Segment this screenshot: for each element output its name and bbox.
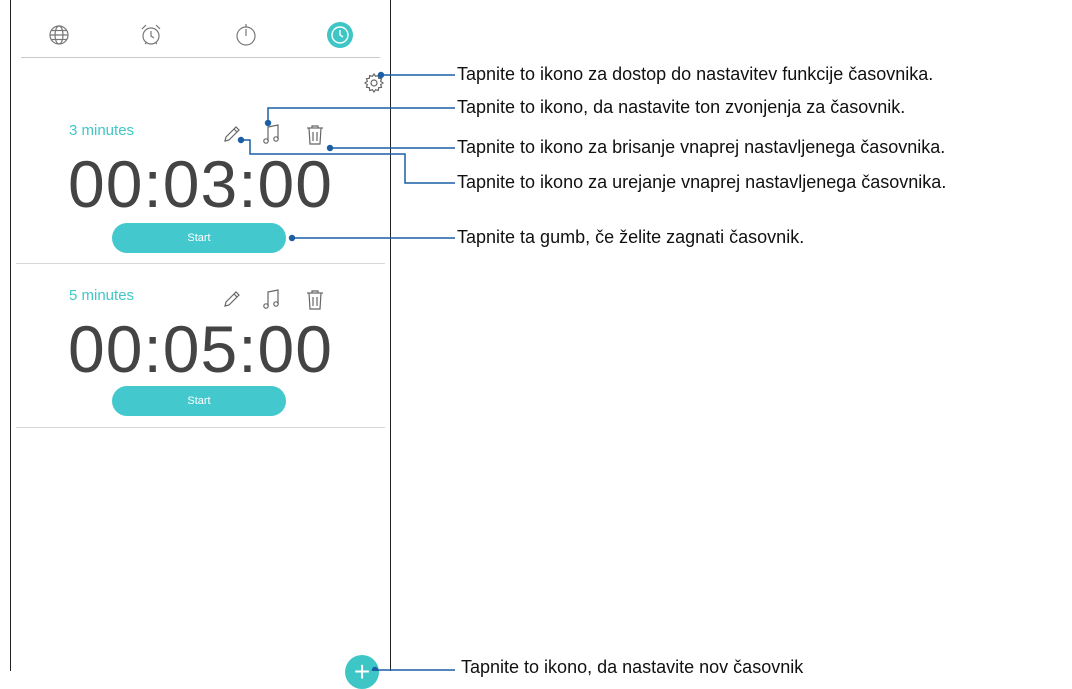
callout-start: Tapnite ta gumb, če želite zagnati časov… (457, 227, 805, 247)
callout-dot-settings (377, 71, 385, 79)
callout-dot-ringtone (264, 119, 272, 127)
callout-delete: Tapnite to ikono za brisanje vnaprej nas… (457, 137, 946, 157)
callout-ringtone: Tapnite to ikono, da nastavite ton zvonj… (457, 97, 906, 117)
callout-settings: Tapnite to ikono za dostop do nastavitev… (457, 64, 934, 84)
callout-add: Tapnite to ikono, da nastavite nov časov… (461, 657, 804, 677)
callout-dot-edit (237, 136, 245, 144)
callout-dot-delete (326, 144, 334, 152)
callout-edit: Tapnite to ikono za urejanje vnaprej nas… (457, 172, 947, 192)
callout-dot-add (371, 666, 379, 671)
callout-dot-start (288, 234, 296, 242)
callout-line-ringtone (267, 107, 455, 123)
callout-line-edit (241, 139, 455, 184)
